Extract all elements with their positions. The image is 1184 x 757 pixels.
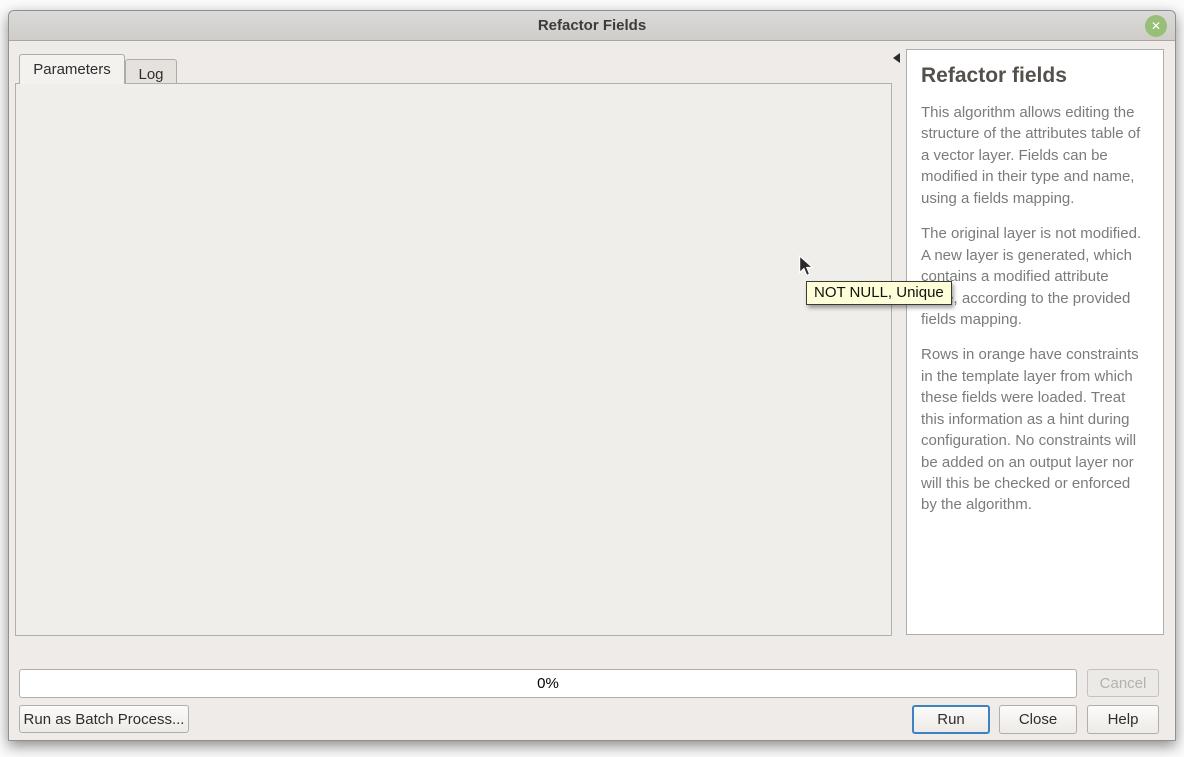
close-button[interactable]: Close <box>999 705 1077 734</box>
window-title: Refactor Fields <box>538 17 646 34</box>
help-button-label: Help <box>1108 711 1139 728</box>
help-paragraphs: This algorithm allows editing the struct… <box>921 102 1149 516</box>
help-button[interactable]: Help <box>1087 705 1159 734</box>
close-button-label: Close <box>1019 711 1057 728</box>
constraints-tooltip: NOT NULL, Unique <box>806 281 952 305</box>
run-as-batch-button[interactable]: Run as Batch Process... <box>19 705 189 733</box>
tab-log-label: Log <box>138 66 163 83</box>
cancel-button: Cancel <box>1087 669 1159 697</box>
collapse-help-icon[interactable] <box>893 53 900 63</box>
progress-value: 0% <box>537 675 559 692</box>
cancel-button-label: Cancel <box>1100 675 1147 692</box>
help-panel: Refactor fields This algorithm allows ed… <box>906 49 1164 635</box>
titlebar[interactable]: Refactor Fields ✕ <box>9 11 1175 41</box>
close-window-icon[interactable]: ✕ <box>1145 15 1167 37</box>
parameters-panel <box>15 83 892 636</box>
refactor-fields-dialog: Refactor Fields ✕ Parameters Log Input l… <box>8 10 1176 741</box>
help-paragraph: Rows in orange have constraints in the t… <box>921 344 1149 516</box>
tab-log[interactable]: Log <box>125 59 177 84</box>
tab-parameters[interactable]: Parameters <box>19 54 125 84</box>
run-as-batch-label: Run as Batch Process... <box>24 711 185 728</box>
help-paragraph: This algorithm allows editing the struct… <box>921 102 1149 209</box>
help-title: Refactor fields <box>921 64 1149 88</box>
mouse-cursor <box>798 255 814 282</box>
run-button[interactable]: Run <box>912 705 990 734</box>
progress-bar: 0% <box>19 669 1077 698</box>
tab-parameters-label: Parameters <box>33 61 111 78</box>
run-button-label: Run <box>937 711 965 728</box>
help-paragraph: The original layer is not modified. A ne… <box>921 223 1149 330</box>
